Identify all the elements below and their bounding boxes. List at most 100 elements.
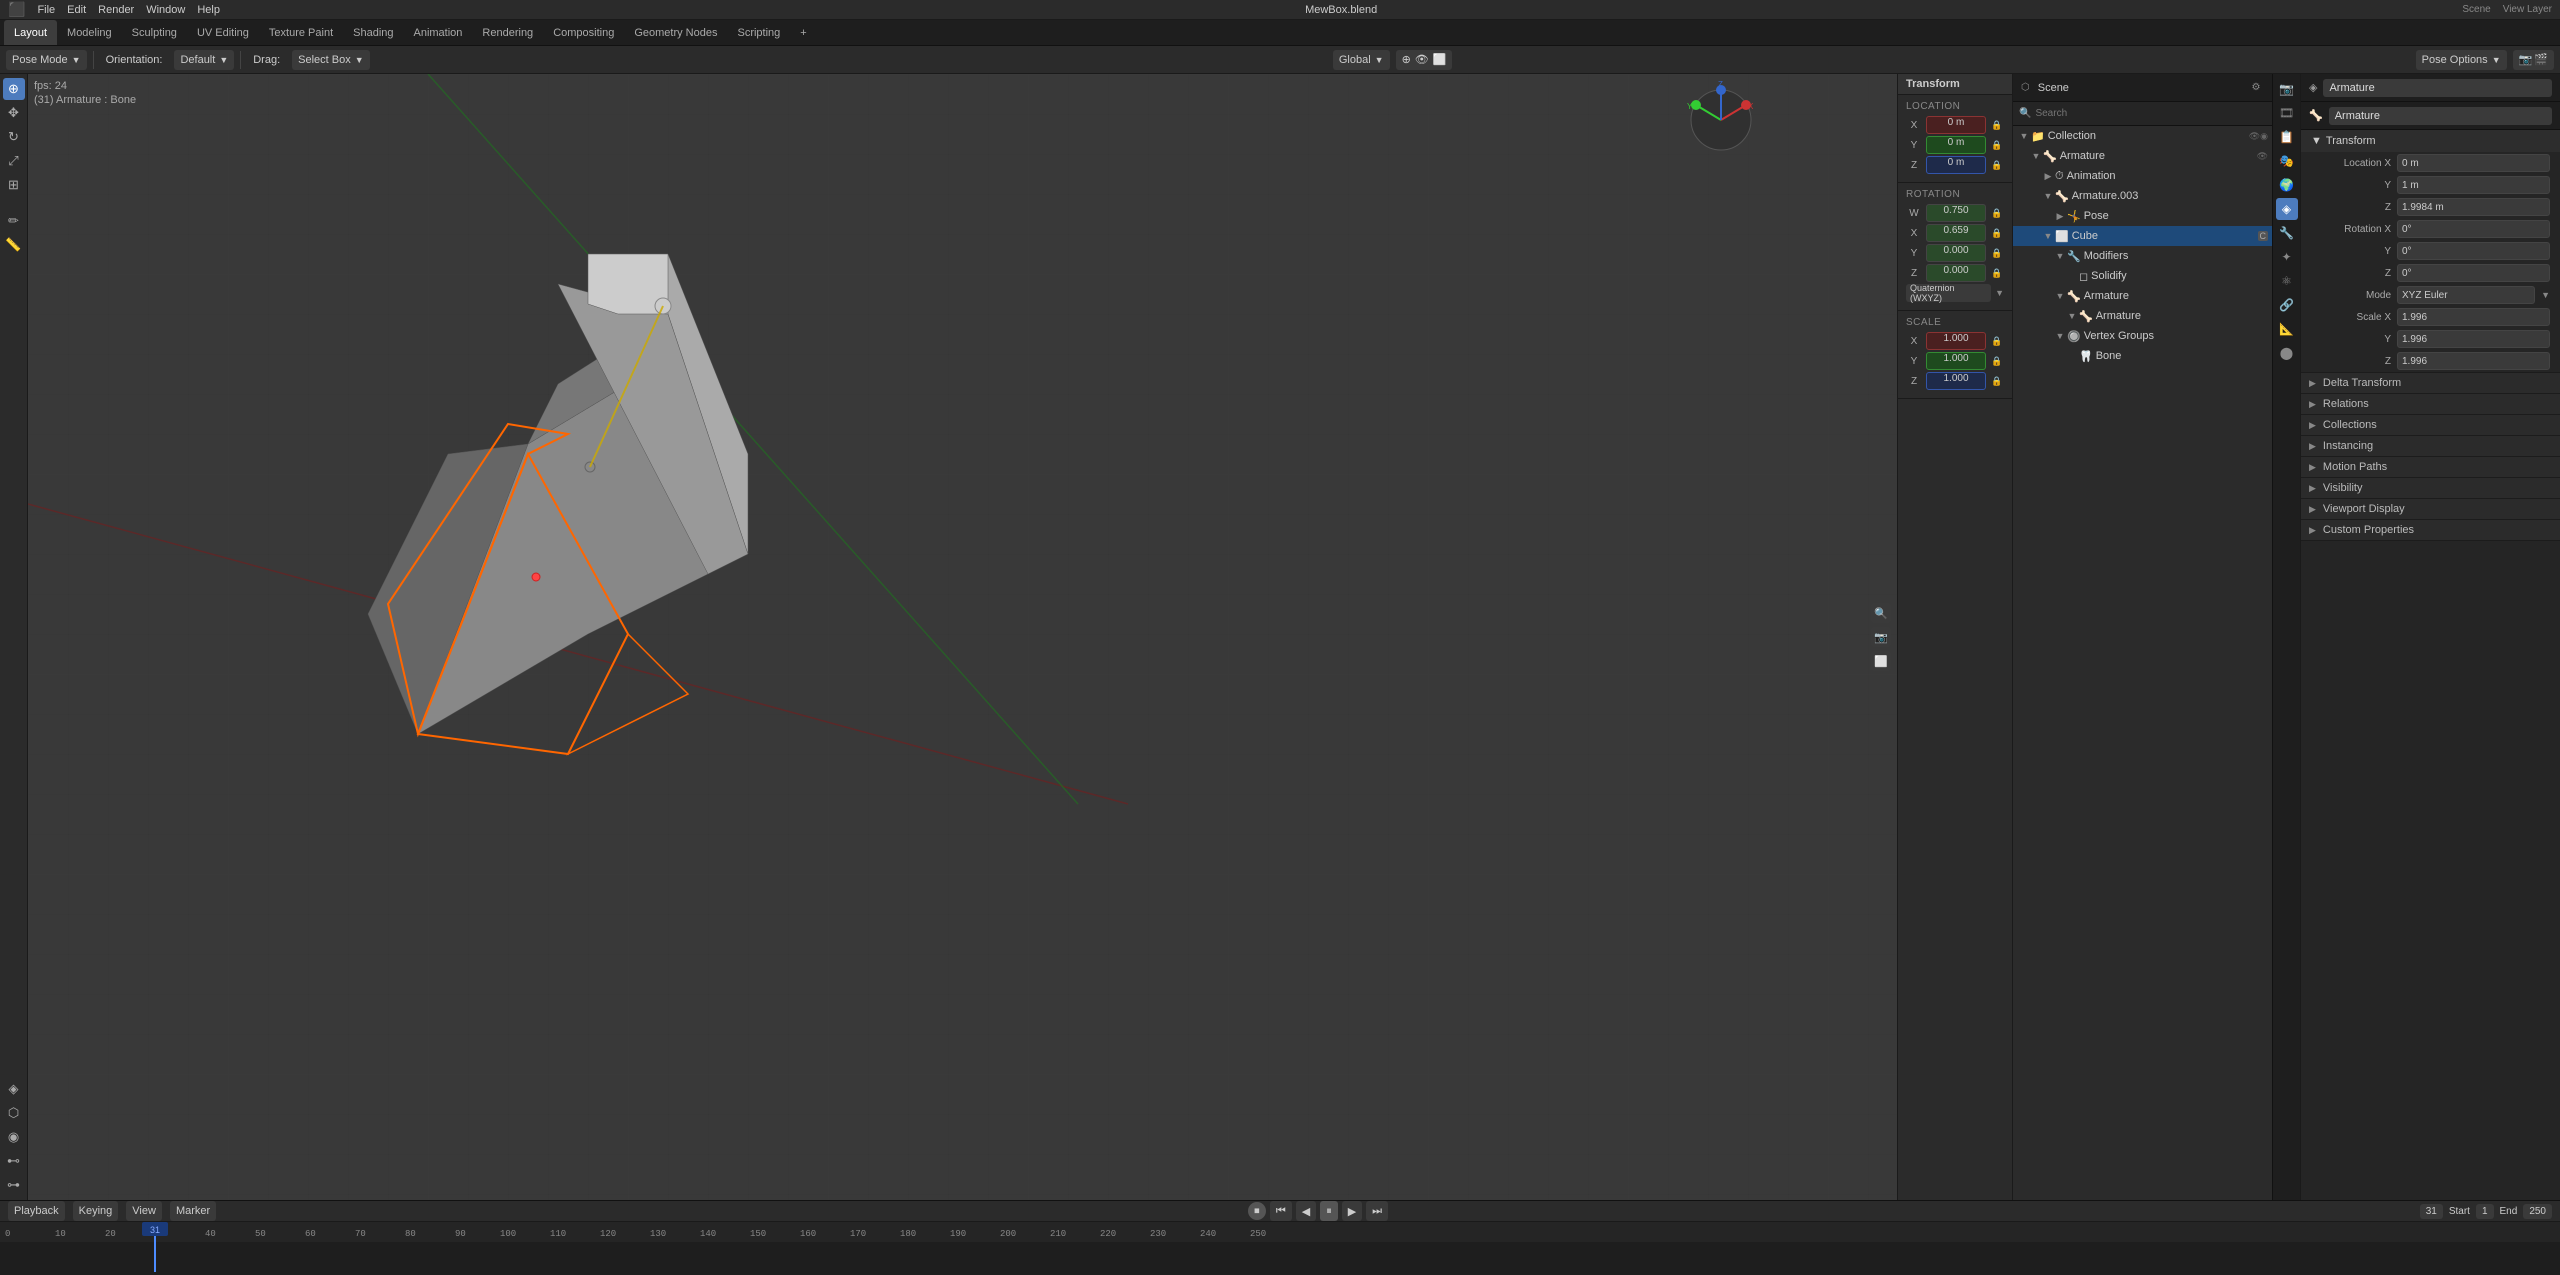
prop-icon-physics[interactable]: ⚛ — [2276, 270, 2298, 292]
prop-loc-x-value[interactable]: 0 m — [2397, 154, 2550, 172]
prop-loc-z-value[interactable]: 1.9984 m — [2397, 198, 2550, 216]
prop-scale-x-value[interactable]: 1.996 — [2397, 308, 2550, 326]
play-pause-btn[interactable]: ⏸ — [1320, 1201, 1338, 1221]
current-frame[interactable]: 31 — [2420, 1204, 2443, 1219]
tree-item-armature[interactable]: ▼ 🦴 Armature 👁 — [2013, 146, 2272, 166]
tab-scripting[interactable]: Scripting — [727, 20, 790, 45]
prop-icon-render[interactable]: 📷 — [2276, 78, 2298, 100]
rotation-y-field[interactable]: 0.000 — [1926, 244, 1986, 262]
prop-icon-output[interactable]: 🎞 — [2276, 102, 2298, 124]
tree-item-collection[interactable]: ▼ 📁 Collection 👁 ◉ — [2013, 126, 2272, 146]
prop-relations[interactable]: ▶ Relations — [2301, 394, 2560, 415]
prop-icon-object[interactable]: ◈ — [2276, 198, 2298, 220]
rotation-mode-selector[interactable]: Quaternion (WXYZ) — [1906, 284, 1991, 302]
rotation-z-field[interactable]: 0.000 — [1926, 264, 1986, 282]
rotation-z-lock[interactable]: 🔒 — [1990, 266, 2004, 280]
prop-loc-y-value[interactable]: 1 m — [2397, 176, 2550, 194]
view-nav-camera[interactable]: 📷 — [1871, 627, 1891, 647]
tree-item-armature003[interactable]: ▼ 🦴 Armature.003 — [2013, 186, 2272, 206]
tree-item-vertex-groups[interactable]: ▼ 🔘 Vertex Groups — [2013, 326, 2272, 346]
rotation-x-field[interactable]: 0.659 — [1926, 224, 1986, 242]
tab-layout[interactable]: Layout — [4, 20, 57, 45]
view-layer-controls[interactable]: 📷 🎬 — [2513, 50, 2554, 70]
rotation-x-lock[interactable]: 🔒 — [1990, 226, 2004, 240]
location-x-field[interactable]: 0 m — [1926, 116, 1986, 134]
scale-x-field[interactable]: 1.000 — [1926, 332, 1986, 350]
location-y-field[interactable]: 0 m — [1926, 136, 1986, 154]
rotation-y-lock[interactable]: 🔒 — [1990, 246, 2004, 260]
tool-cursor[interactable]: ⊕ — [3, 78, 25, 100]
prop-motion-paths[interactable]: ▶ Motion Paths — [2301, 457, 2560, 478]
play-stop-btn[interactable]: ⏹ — [1248, 1202, 1266, 1220]
tool-extra-3[interactable]: ◉ — [3, 1126, 25, 1148]
location-z-field[interactable]: 0 m — [1926, 156, 1986, 174]
rotation-w-field[interactable]: 0.750 — [1926, 204, 1986, 222]
tool-scale[interactable]: ⤢ — [3, 150, 25, 172]
tree-item-armature-inner[interactable]: ▼ 🦴 Armature — [2013, 306, 2272, 326]
tool-extra-5[interactable]: ⊶ — [3, 1174, 25, 1196]
location-x-lock[interactable]: 🔒 — [1990, 118, 2004, 132]
tab-animation[interactable]: Animation — [404, 20, 473, 45]
orientation-selector[interactable]: Default ▼ — [174, 50, 234, 70]
prop-scale-z-value[interactable]: 1.996 — [2397, 352, 2550, 370]
prev-frame-btn[interactable]: ◀ — [1296, 1201, 1316, 1221]
tree-item-bone[interactable]: 🦷 Bone — [2013, 346, 2272, 366]
tab-texture-paint[interactable]: Texture Paint — [259, 20, 343, 45]
prop-custom-properties[interactable]: ▶ Custom Properties — [2301, 520, 2560, 541]
prop-icon-material[interactable]: ⬤ — [2276, 342, 2298, 364]
scale-z-field[interactable]: 1.000 — [1926, 372, 1986, 390]
menu-edit[interactable]: Edit — [67, 4, 86, 16]
next-frame-btn[interactable]: ▶ — [1342, 1201, 1362, 1221]
tab-uv-editing[interactable]: UV Editing — [187, 20, 259, 45]
eye-icon[interactable]: 👁 — [2249, 131, 2260, 142]
prop-icon-modifiers[interactable]: 🔧 — [2276, 222, 2298, 244]
prop-icon-view-layer[interactable]: 📋 — [2276, 126, 2298, 148]
prop-instancing[interactable]: ▶ Instancing — [2301, 436, 2560, 457]
view-nav-perspective[interactable]: ⬜ — [1871, 651, 1891, 671]
prop-rot-x-value[interactable]: 0° — [2397, 220, 2550, 238]
tool-extra-4[interactable]: ⊷ — [3, 1150, 25, 1172]
outliner-search-input[interactable] — [2035, 108, 2266, 119]
menu-file[interactable]: File — [37, 4, 55, 16]
start-frame[interactable]: 1 — [2476, 1204, 2494, 1219]
viewport-icon-3[interactable]: ⬜ — [1433, 53, 1447, 66]
transform-section-header[interactable]: ▼ Transform — [2301, 130, 2560, 152]
location-y-lock[interactable]: 🔒 — [1990, 138, 2004, 152]
tree-item-armature-mod[interactable]: ▼ 🦴 Armature — [2013, 286, 2272, 306]
timeline-content[interactable]: 0 10 20 30 40 50 60 70 80 90 100 110 120… — [0, 1222, 2560, 1275]
viewport-icon-2[interactable]: 👁 — [1415, 53, 1429, 66]
viewport-icon-1[interactable]: ⊕ — [1402, 53, 1411, 66]
menu-window[interactable]: Window — [146, 4, 185, 16]
jump-end-btn[interactable]: ⏭ — [1366, 1201, 1388, 1221]
prop-icon-data[interactable]: 📐 — [2276, 318, 2298, 340]
tool-extra-1[interactable]: ◈ — [3, 1078, 25, 1100]
timeline-marker[interactable]: Marker — [170, 1201, 216, 1221]
pose-options[interactable]: Pose Options ▼ — [2416, 50, 2507, 70]
global-selector[interactable]: Global ▼ — [1333, 50, 1390, 70]
eye-icon-2[interactable]: 👁 — [2257, 151, 2268, 162]
mode-selector[interactable]: Pose Mode ▼ — [6, 50, 87, 70]
prop-rot-y-value[interactable]: 0° — [2397, 242, 2550, 260]
timeline-view[interactable]: View — [126, 1201, 162, 1221]
tree-item-solidify[interactable]: ◻ Solidify — [2013, 266, 2272, 286]
tree-item-animation[interactable]: ▶ ⏱ Animation — [2013, 166, 2272, 186]
timeline-keying[interactable]: Keying — [73, 1201, 119, 1221]
tool-measure[interactable]: 📏 — [3, 234, 25, 256]
viewport-3d[interactable]: fps: 24 (31) Armature : Bone X Y Z — [28, 74, 1897, 1200]
tab-compositing[interactable]: Compositing — [543, 20, 624, 45]
data-name-field[interactable]: Armature — [2329, 107, 2552, 125]
scale-x-lock[interactable]: 🔒 — [1990, 334, 2004, 348]
tree-item-cube[interactable]: ▼ ⬜ Cube C — [2013, 226, 2272, 246]
location-z-lock[interactable]: 🔒 — [1990, 158, 2004, 172]
tree-item-pose[interactable]: ▶ 🤸 Pose — [2013, 206, 2272, 226]
tab-rendering[interactable]: Rendering — [472, 20, 543, 45]
tab-shading[interactable]: Shading — [343, 20, 403, 45]
timeline-playback[interactable]: Playback — [8, 1201, 65, 1221]
prop-visibility[interactable]: ▶ Visibility — [2301, 478, 2560, 499]
tool-annotate[interactable]: ✏ — [3, 210, 25, 232]
prop-rot-z-value[interactable]: 0° — [2397, 264, 2550, 282]
tool-move[interactable]: ✥ — [3, 102, 25, 124]
tab-modeling[interactable]: Modeling — [57, 20, 122, 45]
prop-collections[interactable]: ▶ Collections — [2301, 415, 2560, 436]
scale-y-lock[interactable]: 🔒 — [1990, 354, 2004, 368]
